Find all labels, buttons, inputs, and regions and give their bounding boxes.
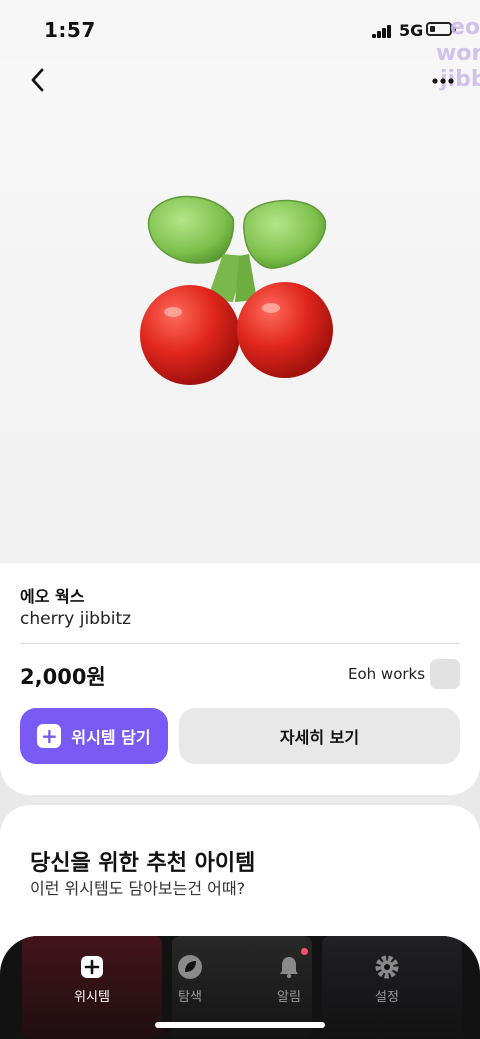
product-image-cherry [135,190,345,390]
nav-settings[interactable]: 설정 [342,954,432,1005]
svg-text:wor: wor [436,41,480,66]
nav-notifications[interactable]: 알림 [244,948,334,1005]
add-wishlist-button[interactable]: + 위시템 담기 [20,708,168,764]
network-label: 5G [399,21,424,40]
nav-label: 알림 [277,990,301,1005]
nav-label: 위시템 [74,990,110,1005]
nav-label: 설정 [375,990,399,1005]
view-details-button[interactable]: 자세히 보기 [179,708,460,764]
bell-icon [276,948,308,980]
leaf-icon [177,954,203,980]
divider [20,643,460,644]
nav-label: 탐색 [178,990,202,1005]
nav-explore[interactable]: 탐색 [145,954,235,1005]
gear-icon [374,954,400,980]
plus-icon: + [37,724,62,748]
more-dots-icon [432,78,454,84]
svg-text:eo: eo [450,15,480,40]
product-info-card: 에오 웍스 cherry jibbitz 2,000원 Eoh works + … [0,563,480,795]
recommendation-title: 당신을 위한 추천 아이템 [30,851,256,876]
nav-wishitem[interactable]: 위시템 [47,954,137,1005]
plus-square-icon [79,954,105,980]
seller-name[interactable]: Eoh works [348,665,425,683]
home-indicator[interactable] [155,1022,325,1028]
product-brand: 에오 웍스 [20,587,85,606]
status-time: 1:57 [44,18,96,42]
status-bar: 1:57 5G [0,0,480,60]
notification-badge [301,948,308,955]
recommendation-subtitle: 이런 위시템도 담아보는건 어때? [30,879,246,898]
product-price: 2,000원 [20,665,106,689]
seller-avatar[interactable] [430,659,460,689]
signal-icon [372,25,392,38]
add-wishlist-label: 위시템 담기 [71,728,151,747]
product-name: cherry jibbitz [20,609,132,629]
chevron-left-icon [31,68,44,92]
more-button[interactable] [430,68,456,92]
back-button[interactable] [24,64,52,96]
